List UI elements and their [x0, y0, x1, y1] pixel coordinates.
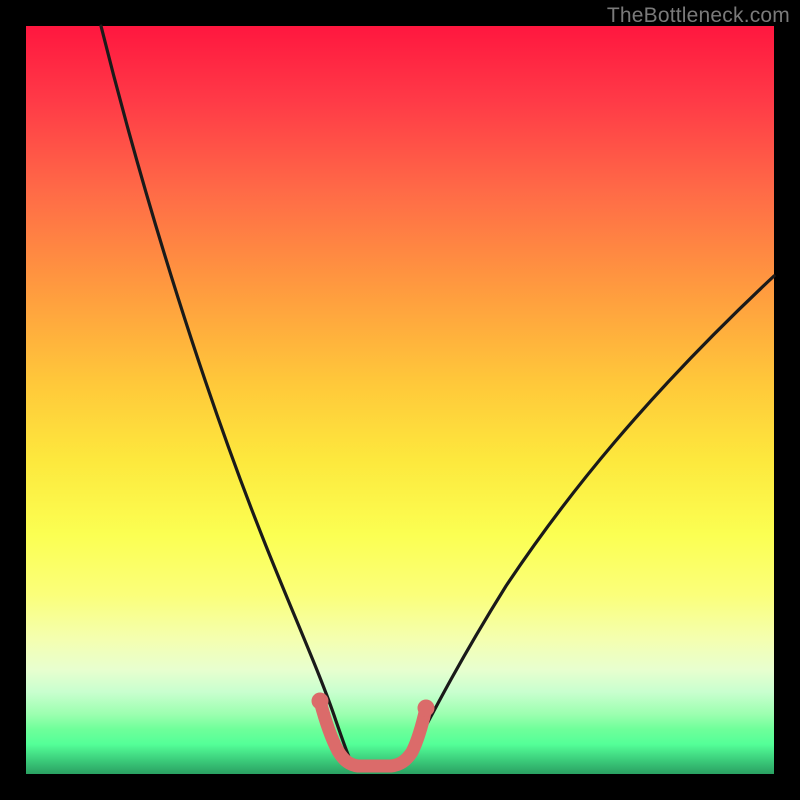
watermark-text: TheBottleneck.com	[607, 4, 790, 28]
chart-svg	[26, 26, 774, 774]
highlight-end-left	[312, 693, 329, 710]
chart-plot-area	[26, 26, 774, 774]
chart-frame: TheBottleneck.com	[0, 0, 800, 800]
curve-highlight-valley	[320, 701, 426, 766]
curve-right	[406, 276, 774, 764]
curve-left	[101, 26, 352, 764]
highlight-end-right	[418, 700, 435, 717]
